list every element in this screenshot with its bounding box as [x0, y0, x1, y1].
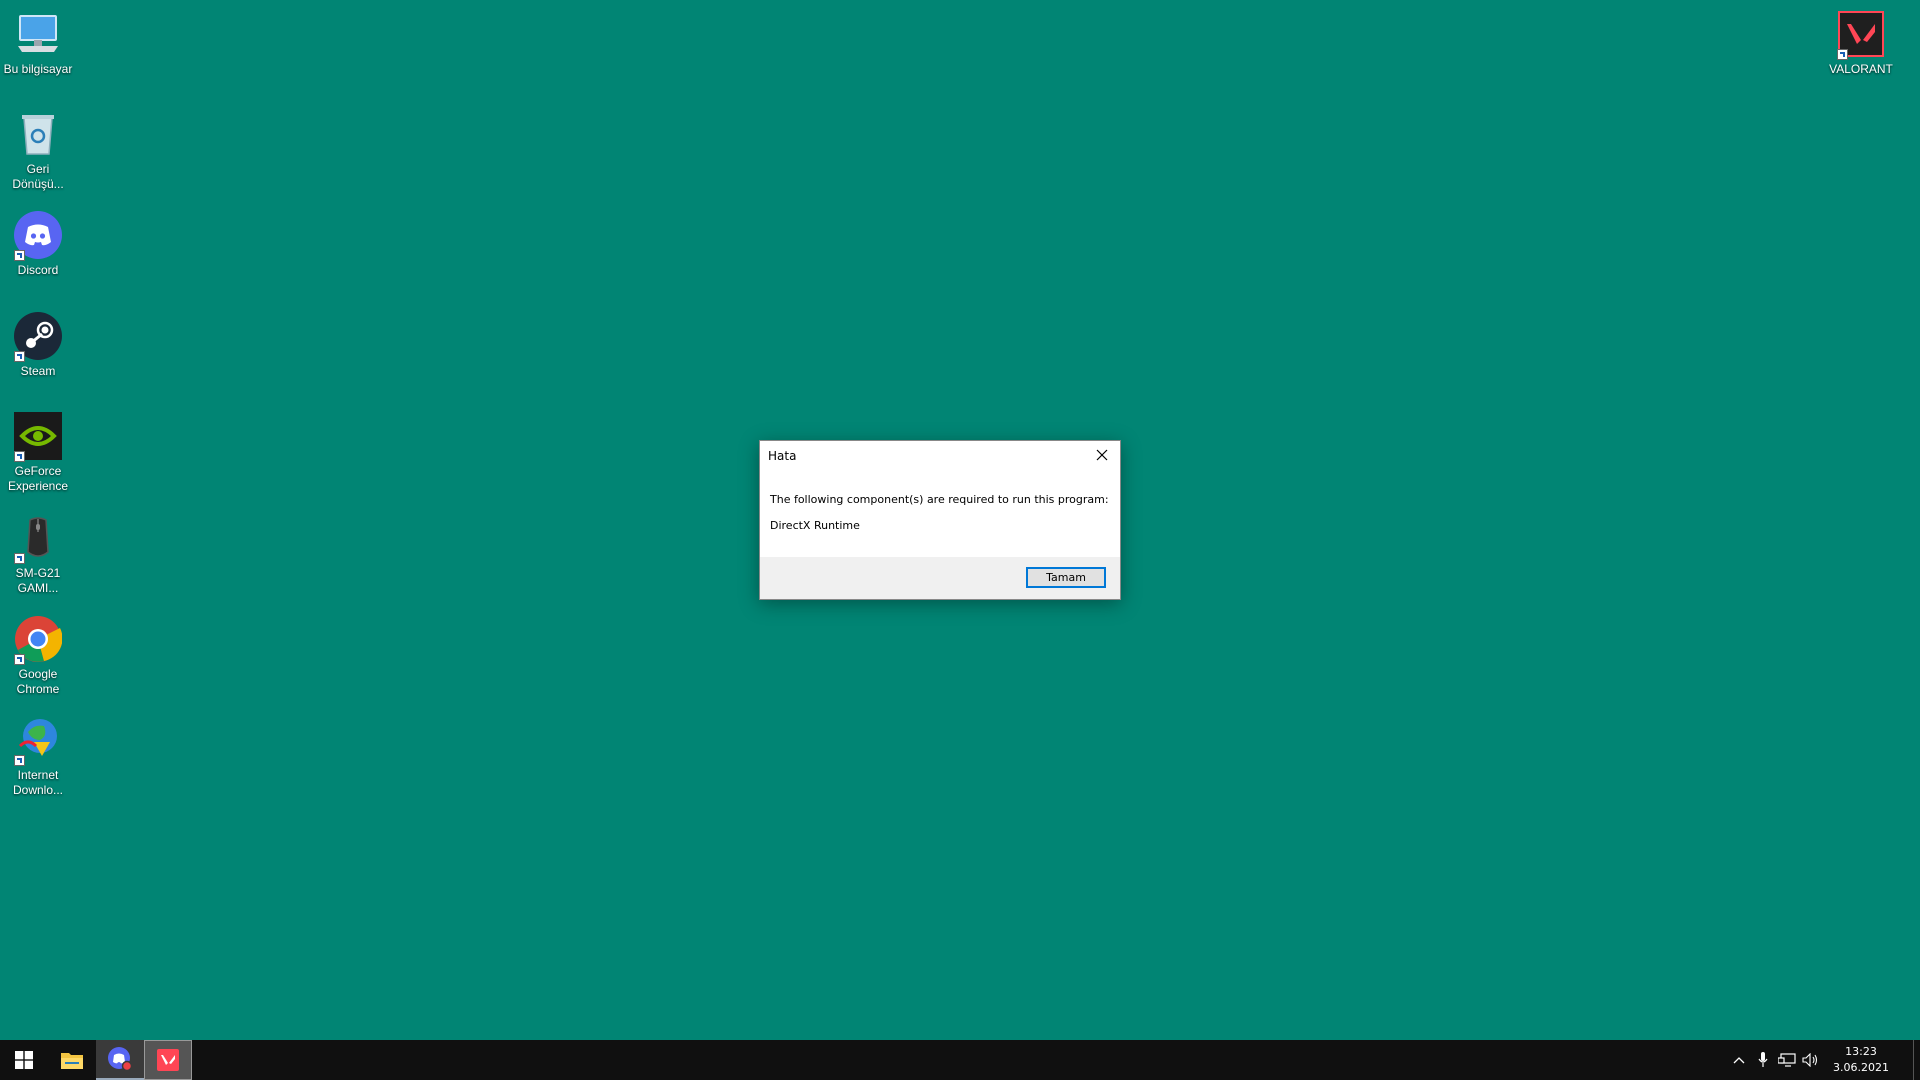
start-button[interactable] — [0, 1040, 48, 1080]
taskbar-valorant[interactable] — [144, 1040, 192, 1080]
dialog-footer: Tamam — [760, 557, 1120, 599]
close-button[interactable] — [1084, 441, 1120, 469]
shortcut-arrow-icon — [14, 654, 25, 665]
windows-logo-icon — [15, 1051, 33, 1069]
chevron-up-icon — [1733, 1057, 1745, 1064]
shortcut-arrow-icon — [1837, 49, 1848, 60]
desktop-icon-this-pc[interactable]: Bu bilgisayar — [0, 6, 76, 77]
gaming-mouse-icon — [14, 514, 62, 564]
discord-icon — [14, 211, 62, 261]
network-icon — [1778, 1053, 1796, 1067]
taskbar-file-explorer[interactable] — [48, 1040, 96, 1080]
dialog-message: The following component(s) are required … — [770, 493, 1109, 506]
desktop-icon-label: Internet Downlo... — [12, 768, 64, 797]
desktop: Bu bilgisayar Geri Dönüşü... Discord Ste… — [0, 0, 1920, 1040]
chrome-icon — [14, 615, 63, 665]
dialog-title: Hata — [768, 449, 797, 463]
folder-icon — [61, 1053, 83, 1069]
desktop-icon-geforce[interactable]: GeForce Experience — [0, 408, 76, 493]
desktop-icon-recycle-bin[interactable]: Geri Dönüşü... — [0, 106, 76, 191]
network-tray[interactable] — [1775, 1040, 1799, 1080]
shortcut-arrow-icon — [14, 755, 25, 766]
show-hidden-icons-button[interactable] — [1727, 1040, 1751, 1080]
microphone-tray[interactable] — [1751, 1040, 1775, 1080]
show-desktop-button[interactable] — [1913, 1040, 1920, 1080]
recycle-bin-icon — [14, 110, 62, 158]
volume-tray[interactable] — [1799, 1040, 1823, 1080]
shortcut-arrow-icon — [14, 553, 25, 564]
nvidia-icon — [14, 412, 62, 462]
taskbar: 13:23 3.06.2021 — [0, 1040, 1920, 1080]
dialog-component: DirectX Runtime — [770, 519, 860, 532]
shortcut-arrow-icon — [14, 351, 25, 362]
valorant-icon — [1837, 10, 1885, 60]
desktop-icon-idm[interactable]: Internet Downlo... — [0, 712, 76, 797]
computer-icon — [14, 10, 62, 58]
desktop-icon-discord[interactable]: Discord — [0, 207, 76, 278]
desktop-icon-label: Discord — [17, 263, 59, 277]
desktop-icon-label: Google Chrome — [16, 667, 60, 696]
desktop-icon-label: VALORANT — [1829, 62, 1893, 76]
desktop-icon-label: Bu bilgisayar — [3, 62, 73, 76]
desktop-icon-sm-g21[interactable]: SM-G21 GAMI... — [0, 510, 76, 595]
shortcut-arrow-icon — [14, 451, 25, 462]
system-tray: 13:23 3.06.2021 — [1727, 1040, 1920, 1080]
desktop-icon-steam[interactable]: Steam — [0, 308, 76, 379]
ok-button[interactable]: Tamam — [1026, 567, 1106, 588]
close-icon — [1096, 449, 1108, 461]
steam-icon — [14, 312, 62, 362]
desktop-icon-chrome[interactable]: Google Chrome — [0, 611, 76, 696]
discord-icon — [108, 1047, 133, 1072]
microphone-icon — [1758, 1052, 1768, 1067]
shortcut-arrow-icon — [14, 250, 25, 261]
desktop-icon-label: SM-G21 GAMI... — [15, 566, 61, 595]
speaker-icon — [1802, 1053, 1818, 1067]
desktop-icon-label: Steam — [20, 364, 56, 378]
valorant-icon — [157, 1049, 179, 1071]
desktop-icon-label: Geri Dönüşü... — [12, 162, 64, 191]
clock[interactable]: 13:23 3.06.2021 — [1833, 1044, 1889, 1076]
desktop-icon-valorant[interactable]: VALORANT — [1823, 6, 1899, 77]
internet-download-manager-icon — [14, 716, 62, 766]
clock-time: 13:23 — [1845, 1045, 1877, 1058]
taskbar-discord[interactable] — [96, 1040, 144, 1080]
error-dialog: Hata The following component(s) are requ… — [759, 440, 1121, 600]
desktop-icon-label: GeForce Experience — [7, 464, 69, 493]
clock-date: 3.06.2021 — [1833, 1061, 1889, 1074]
